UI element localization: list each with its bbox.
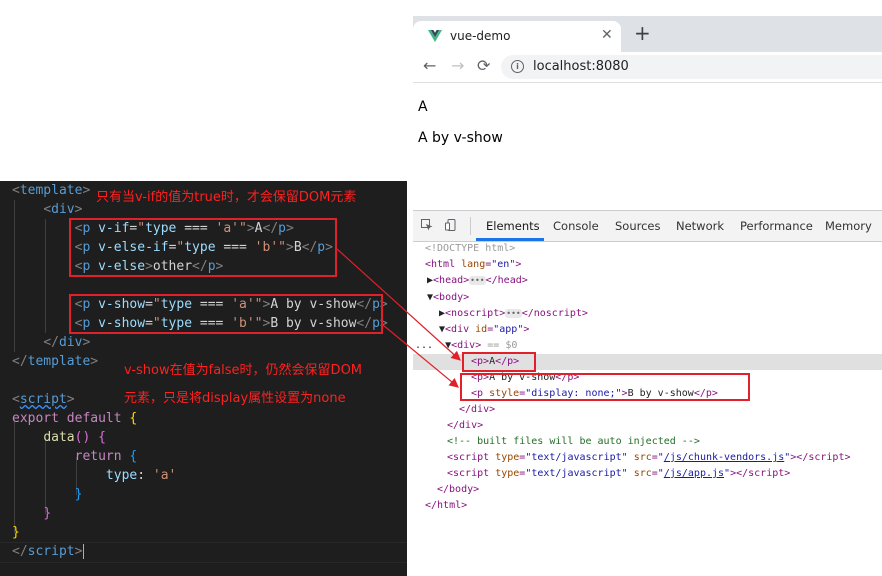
back-icon[interactable]: ←	[423, 57, 436, 75]
dollar-zero: == $0	[487, 340, 518, 351]
inspect-element-icon[interactable]	[421, 219, 433, 231]
devtools-separator	[470, 217, 471, 235]
annotation-v-show-2: 元素，只是将display属性设置为none	[124, 391, 346, 406]
new-tab-button[interactable]: +	[634, 23, 651, 43]
code-line-14: data() {	[43, 430, 106, 445]
devtools-tab-bar: Elements Console Sources Network Perform…	[413, 210, 882, 242]
code-line-9: </div>	[43, 335, 91, 350]
p-a-highlight-box	[462, 352, 536, 372]
vue-logo-icon	[428, 30, 442, 42]
annotation-v-show-1: v-show在值为false时，仍然会保留DOM	[124, 363, 363, 378]
code-line-20: </script>	[12, 544, 85, 559]
code-line-19: }	[12, 525, 20, 540]
tab-title: vue-demo	[450, 29, 511, 43]
browser-toolbar: ← → ⟳ i localhost:8080	[413, 52, 882, 83]
tab-console[interactable]: Console	[553, 219, 599, 233]
tab-memory[interactable]: Memory	[825, 219, 872, 233]
tree-line-doctype: <!DOCTYPE html>	[425, 243, 516, 254]
tree-line-body-close: </body>	[437, 484, 480, 495]
site-info-icon[interactable]: i	[511, 60, 524, 73]
tab-performance[interactable]: Performance	[740, 219, 813, 233]
code-line-10: </template>	[12, 354, 99, 369]
code-editor[interactable]: <template> <div> <p v-if="type === 'a'">…	[0, 181, 407, 576]
tab-strip: vue-demo ✕ +	[413, 16, 882, 52]
code-line-17: }	[74, 487, 83, 502]
tree-line-html-close: </html>	[425, 500, 468, 511]
v-if-highlight-box	[69, 218, 337, 277]
tree-line-noscript[interactable]: ▶<noscript>•••</noscript>	[439, 306, 588, 322]
tree-line-app[interactable]: ▼<div id="app">	[439, 322, 529, 338]
rendered-paragraph-a: A	[418, 99, 428, 115]
tree-line-body[interactable]: ▼<body>	[427, 290, 469, 306]
tree-line-script-app[interactable]: <script type="text/javascript" src="/js/…	[447, 466, 790, 482]
p-show-highlight-box	[460, 373, 750, 401]
code-line-16: type: 'a'	[105, 468, 177, 483]
forward-icon[interactable]: →	[451, 57, 464, 75]
tab-close-icon[interactable]: ✕	[601, 27, 613, 43]
code-line-2: <div>	[43, 202, 83, 217]
code-line-12: <script>	[12, 392, 75, 407]
more-dots: ...	[415, 340, 434, 351]
code-line-15: return {	[74, 449, 138, 464]
device-toolbar-icon[interactable]	[445, 219, 457, 231]
code-line-1: <template>	[12, 183, 91, 198]
url-text: localhost:8080	[533, 59, 629, 74]
tree-line-app-close: </div>	[447, 420, 484, 431]
tree-line-html[interactable]: <html lang="en">	[425, 257, 521, 273]
tree-line-div-close: </div>	[459, 404, 496, 415]
tab-vue-demo[interactable]: vue-demo ✕	[413, 21, 621, 52]
tree-line-head[interactable]: ▶<head>•••</head>	[427, 273, 528, 289]
rendered-paragraph-show: A by v-show	[418, 130, 503, 146]
tab-network[interactable]: Network	[676, 219, 724, 233]
page-content: A A by v-show	[413, 83, 882, 211]
browser-window: vue-demo ✕ + ← → ⟳ i localhost:8080 A A …	[413, 16, 882, 576]
tree-line-comment: <!-- built files will be auto injected -…	[447, 436, 700, 447]
tab-elements[interactable]: Elements	[486, 219, 540, 233]
code-line-13: export default {	[12, 411, 138, 426]
tab-sources[interactable]: Sources	[615, 219, 661, 233]
address-bar[interactable]: i localhost:8080	[501, 55, 882, 79]
reload-icon[interactable]: ⟳	[477, 57, 490, 75]
code-line-18: }	[43, 506, 52, 521]
v-show-highlight-box	[69, 294, 383, 334]
annotation-v-if: 只有当v-if的值为true时，才会保留DOM元素	[96, 190, 357, 205]
tree-line-script-vendors[interactable]: <script type="text/javascript" src="/js/…	[447, 450, 851, 466]
